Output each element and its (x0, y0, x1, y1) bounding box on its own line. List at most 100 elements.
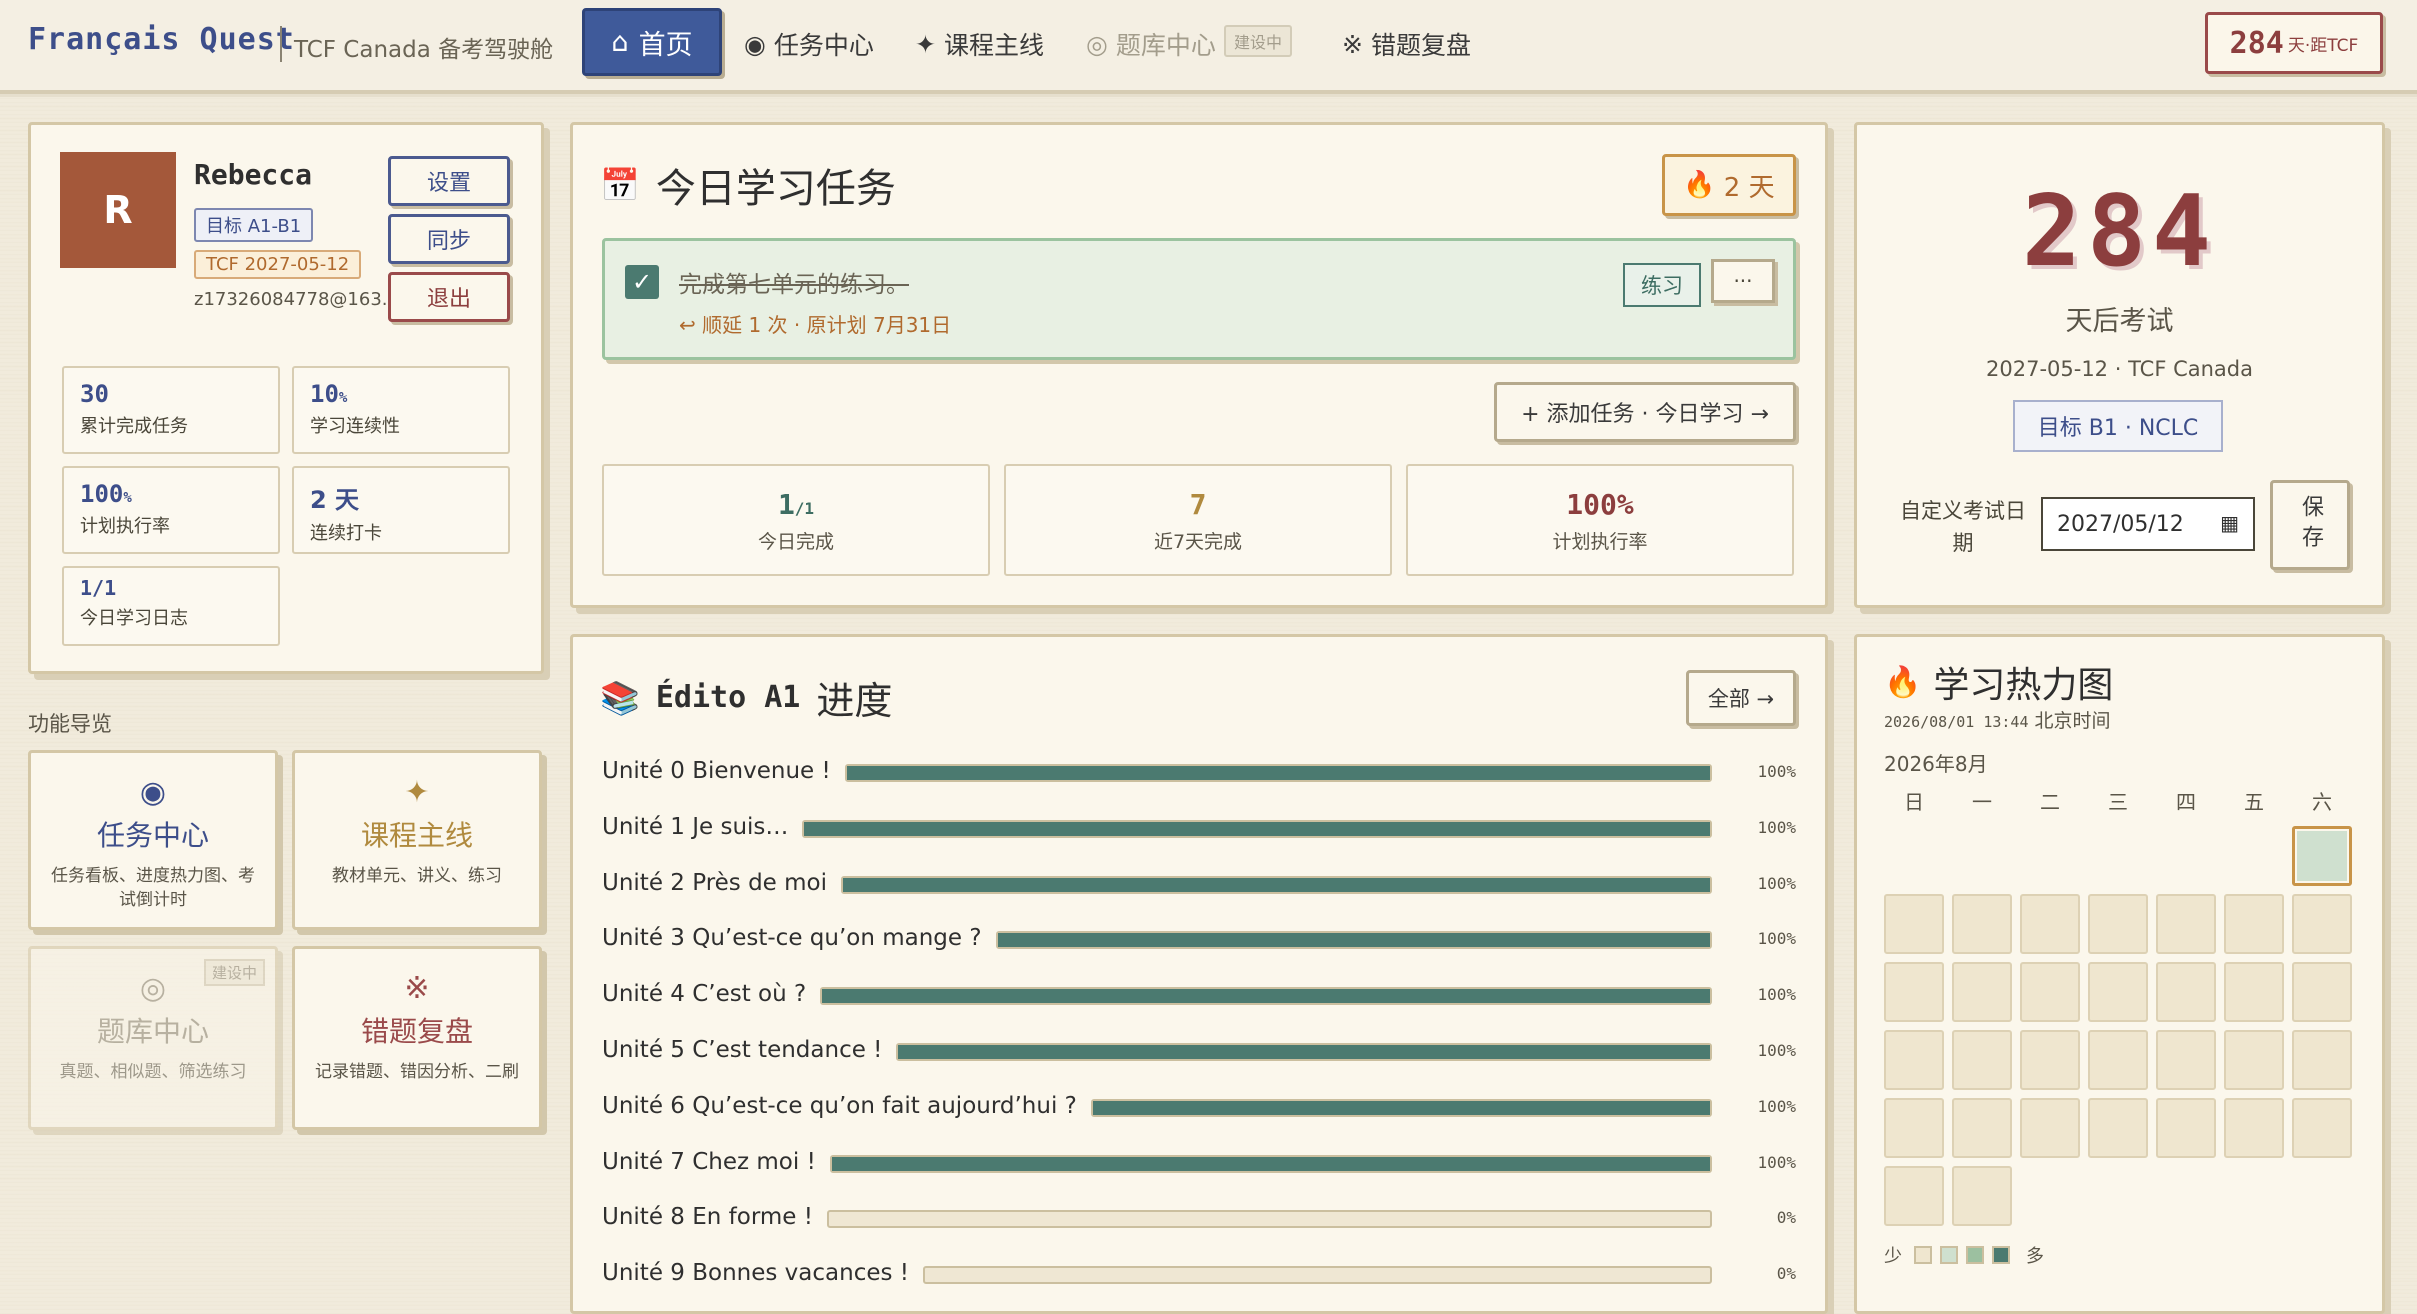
unit-progress-row[interactable]: Unité 4 C’est où ? 100% (602, 981, 1796, 1011)
nav-item-label: 任务中心 (773, 31, 874, 60)
brand-logo[interactable]: Français Quest (28, 22, 295, 57)
heatmap-day-cell[interactable] (1952, 1166, 2012, 1226)
nav-home-button[interactable]: ⌂ 首页 (582, 8, 722, 76)
heatmap-day-cell[interactable] (2292, 894, 2352, 954)
heatmap-day-cell[interactable] (2088, 962, 2148, 1022)
fire-icon: 🔥 (1884, 664, 1922, 700)
unit-progress-row[interactable]: Unité 3 Qu’est-ce qu’on mange ? 100% (602, 925, 1796, 955)
unit-progress-percent: 100% (1757, 874, 1796, 893)
task-item[interactable]: ✓ 完成第七单元的练习。 ↩ 顺延 1 次 · 原计划 7月31日 练习 ··· (602, 238, 1796, 360)
save-date-button[interactable]: 保存 (2270, 480, 2350, 570)
unit-progress-row[interactable]: Unité 6 Qu’est-ce qu’on fait aujourd’hui… (602, 1093, 1796, 1123)
mini-stat-week-done: 7 近7天完成 (1004, 464, 1392, 576)
heatmap-day-cell[interactable] (2224, 894, 2284, 954)
heatmap-day-cell[interactable] (2156, 962, 2216, 1022)
nav-item-question-bank[interactable]: ◎ 题库中心 (1086, 26, 1216, 62)
nav-item-mistakes[interactable]: ※ 错题复盘 (1342, 26, 1471, 62)
sparkle-icon: ✦ (404, 775, 430, 810)
nav-item-label: 题库中心 (1115, 31, 1216, 60)
unit-label: Unité 1 Je suis… (602, 814, 789, 840)
func-card-courses[interactable]: ✦ 课程主线 教材单元、讲义、练习 (292, 750, 542, 930)
streak-button[interactable]: 🔥 2 天 (1662, 154, 1796, 216)
task-more-button[interactable]: ··· (1711, 259, 1775, 303)
unit-progress-percent: 100% (1757, 762, 1796, 781)
weekday-label: 三 (2108, 790, 2128, 814)
heatmap-day-cell[interactable] (2020, 1098, 2080, 1158)
exam-date-input[interactable]: 2027/05/12 ▦ (2041, 497, 2255, 551)
unit-progress-bar (841, 876, 1712, 894)
unit-progress-row[interactable]: Unité 8 En forme ! 0% (602, 1204, 1796, 1234)
task-type-tag[interactable]: 练习 (1623, 263, 1701, 307)
heatmap-timestamp-row: 2026/08/01 13:44 北京时间 (1884, 706, 2111, 733)
heatmap-day-cell[interactable] (1952, 962, 2012, 1022)
func-card-desc: 任务看板、进度热力图、考试倒计时 (51, 866, 255, 910)
heatmap-day-cell[interactable] (2020, 1030, 2080, 1090)
exam-countdown-pill[interactable]: 284 天·距TCF (2205, 12, 2383, 74)
brand-subtitle: TCF Canada 备考驾驶舱 (294, 37, 554, 63)
nav-item-tasks[interactable]: ◉ 任务中心 (744, 26, 874, 62)
mini-stat-value: 100% (1566, 488, 1634, 521)
heatmap-day-cell[interactable] (1952, 894, 2012, 954)
unit-progress-fill (832, 1157, 1710, 1171)
heatmap-day-cell[interactable] (1884, 962, 1944, 1022)
settings-button[interactable]: 设置 (388, 156, 510, 206)
func-card-mistakes[interactable]: ※ 错题复盘 记录错题、错因分析、二刷 (292, 946, 542, 1130)
nav-item-label: 课程主线 (943, 31, 1044, 60)
calendar-icon[interactable]: ▦ (2220, 511, 2239, 535)
view-all-button[interactable]: 全部 → (1686, 670, 1796, 726)
unit-progress-row[interactable]: Unité 9 Bonnes vacances ! 0% (602, 1260, 1796, 1290)
stat-value: 30 (80, 380, 109, 408)
func-card-tasks[interactable]: ◉ 任务中心 任务看板、进度热力图、考试倒计时 (28, 750, 278, 930)
exam-date-line: 2027-05-12 · TCF Canada (1986, 357, 2253, 381)
heatmap-day-cell[interactable] (2156, 1098, 2216, 1158)
func-card-question-bank[interactable]: 建设中 ◎ 题库中心 真题、相似题、筛选练习 (28, 946, 278, 1130)
unit-progress-percent: 100% (1757, 818, 1796, 837)
unit-progress-bar (923, 1266, 1712, 1284)
stat-label: 今日学习日志 (80, 608, 188, 629)
heatmap-day-cell[interactable] (2088, 1098, 2148, 1158)
unit-progress-row[interactable]: Unité 7 Chez moi ! 100% (602, 1149, 1796, 1179)
heatmap-day-cell[interactable] (2020, 894, 2080, 954)
course-book-name: Édito A1 (655, 680, 801, 715)
heatmap-day-cell[interactable] (2088, 1030, 2148, 1090)
unit-progress-percent: 100% (1757, 985, 1796, 1004)
add-task-button[interactable]: + 添加任务 · 今日学习 → (1494, 382, 1796, 442)
task-checkbox[interactable]: ✓ (625, 265, 659, 299)
heatmap-day-cell[interactable] (2292, 1098, 2352, 1158)
heatmap-day-cell[interactable] (2292, 962, 2352, 1022)
unit-progress-row[interactable]: Unité 1 Je suis… 100% (602, 814, 1796, 844)
unit-progress-row[interactable]: Unité 0 Bienvenue ! 100% (602, 758, 1796, 788)
profile-email: z17326084778@163.com (194, 289, 426, 310)
heatmap-day-cell[interactable] (2088, 894, 2148, 954)
unit-progress-row[interactable]: Unité 2 Près de moi 100% (602, 870, 1796, 900)
heatmap-day-cell[interactable] (2156, 1030, 2216, 1090)
heatmap-day-cell[interactable] (2020, 962, 2080, 1022)
sync-button[interactable]: 同步 (388, 214, 510, 264)
heatmap-day-cell[interactable] (1884, 1030, 1944, 1090)
unit-progress-fill (822, 989, 1710, 1003)
nav-home-label: 首页 (638, 29, 693, 61)
heatmap-day-cell[interactable] (2224, 1098, 2284, 1158)
unit-progress-percent: 0% (1776, 1208, 1796, 1227)
exam-date-value: 2027/05/12 (2057, 511, 2184, 537)
unit-progress-row[interactable]: Unité 5 C’est tendance ! 100% (602, 1037, 1796, 1067)
legend-swatch-3 (1992, 1246, 2010, 1264)
heatmap-day-cell[interactable] (1884, 894, 1944, 954)
mini-stat-plan-rate: 100% 计划执行率 (1406, 464, 1794, 576)
heatmap-day-cell[interactable] (2224, 1030, 2284, 1090)
heatmap-day-cell[interactable] (2156, 894, 2216, 954)
exam-target-pill: 目标 B1 · NCLC (2013, 400, 2223, 452)
unit-label: Unité 8 En forme ! (602, 1204, 813, 1230)
nav-item-courses[interactable]: ✦ 课程主线 (915, 26, 1044, 62)
heatmap-day-cell[interactable] (2224, 962, 2284, 1022)
heatmap-day-cell[interactable] (1884, 1166, 1944, 1226)
heatmap-day-cell[interactable] (1952, 1098, 2012, 1158)
heatmap-month: 2026年8月 (1884, 752, 1988, 776)
weekday-label: 四 (2176, 790, 2196, 814)
heatmap-day-cell[interactable] (2292, 826, 2352, 886)
logout-button[interactable]: 退出 (388, 272, 510, 322)
heatmap-day-cell[interactable] (2292, 1030, 2352, 1090)
func-card-desc: 记录错题、错因分析、二刷 (315, 1062, 519, 1082)
heatmap-day-cell[interactable] (1884, 1098, 1944, 1158)
heatmap-day-cell[interactable] (1952, 1030, 2012, 1090)
